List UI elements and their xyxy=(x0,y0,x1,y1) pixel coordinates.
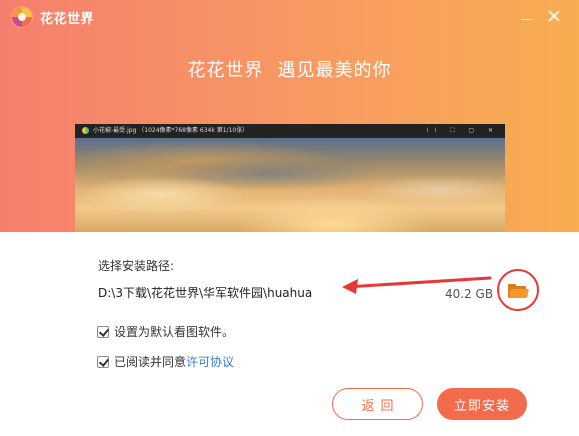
slogan-tagline: 遇见最美的你 xyxy=(277,60,392,81)
preview-screenshot: 小花椒-最受.jpg （1024像素*768像素 634k 第1/10张） ⁞⁞… xyxy=(75,124,505,232)
install-size: 40.2 GB xyxy=(445,287,494,301)
install-path-field[interactable]: D:\3下载\花花世界\华军软件园\huahua xyxy=(98,284,312,301)
slogan-brand: 花花世界 xyxy=(187,60,264,81)
preview-titlebar: 小花椒-最受.jpg （1024像素*768像素 634k 第1/10张） ⁞⁞… xyxy=(75,124,505,138)
agreement-checkbox[interactable] xyxy=(97,355,109,368)
default-viewer-option: 设置为默认看图软件。 xyxy=(97,323,234,340)
minimize-icon xyxy=(520,18,532,20)
default-viewer-checkbox[interactable] xyxy=(97,325,109,338)
folder-icon xyxy=(508,284,529,298)
install-button[interactable]: 立即安装 xyxy=(437,388,527,420)
header-banner: 花花世界 花花世界 遇见最美的你 小花椒-最受.jpg （1024像素*768像素… xyxy=(0,0,579,232)
preview-window-controls: ⁞⁞ ⛶ ▢ ✕ xyxy=(426,127,499,134)
install-path-label: 选择安装路径: xyxy=(98,259,175,273)
back-button[interactable]: 返回 xyxy=(332,388,423,420)
minimize-button[interactable] xyxy=(515,5,537,27)
license-agreement-link[interactable]: 许可协议 xyxy=(186,353,234,370)
app-title: 花花世界 xyxy=(40,12,95,27)
preview-caption: 小花椒-最受.jpg （1024像素*768像素 634k 第1/10张） xyxy=(93,127,249,134)
default-viewer-label: 设置为默认看图软件。 xyxy=(114,325,235,339)
close-icon xyxy=(548,10,560,22)
app-logo-icon xyxy=(12,7,32,27)
agreement-option: 已阅读并同意 许可协议 xyxy=(97,353,234,370)
slogan: 花花世界 遇见最美的你 xyxy=(0,56,579,82)
preview-app-icon xyxy=(82,127,89,134)
browse-folder-button[interactable] xyxy=(497,269,539,311)
preview-sky-image xyxy=(75,138,505,232)
agreement-label: 已阅读并同意 xyxy=(114,355,187,369)
close-button[interactable] xyxy=(543,5,565,27)
